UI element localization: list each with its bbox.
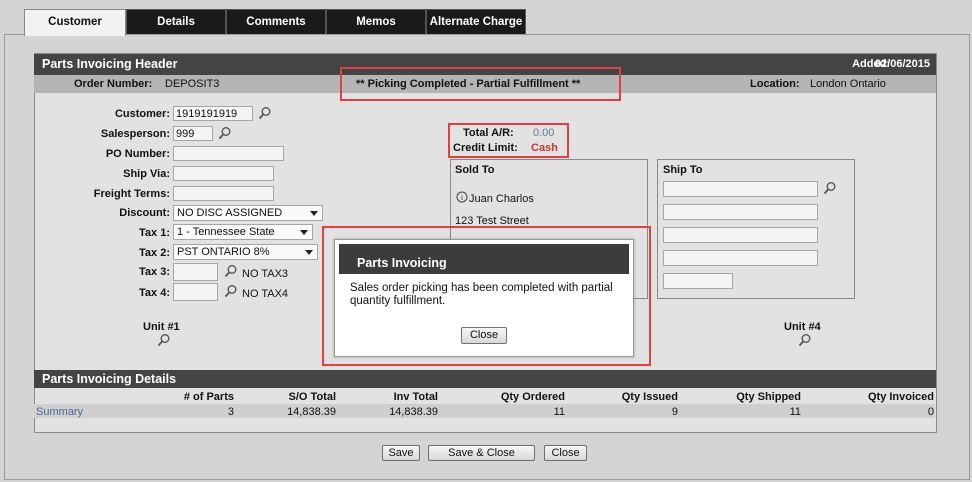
tab-memos[interactable]: Memos (326, 9, 426, 34)
col-inv-total: Inv Total (393, 391, 438, 403)
col-qty-ordered: Qty Ordered (500, 391, 565, 403)
tax4-field[interactable] (173, 283, 218, 301)
discount-value: NO DISC ASSIGNED (177, 207, 283, 219)
freight-terms-label: Freight Terms: (93, 188, 170, 200)
tax4-text: NO TAX4 (242, 288, 289, 300)
cell-so-total: 14,838.39 (287, 406, 336, 418)
discount-select[interactable]: NO DISC ASSIGNED (173, 205, 323, 221)
ship-to-title: Ship To (663, 164, 703, 176)
col-so-total: S/O Total (288, 391, 336, 403)
chevron-down-icon (300, 230, 308, 235)
ship-to-postal-field[interactable] (663, 273, 733, 289)
tax1-select[interactable]: 1 - Tennessee State (173, 224, 313, 240)
unit4-label: Unit #4 (784, 321, 821, 333)
added-date: 02/06/2015 (874, 58, 930, 70)
col-num-parts: # of Parts (183, 391, 234, 403)
dialog-highlight (322, 226, 651, 366)
header-title: Parts Invoicing Header (42, 57, 178, 71)
details-bar: Parts Invoicing Details (34, 370, 936, 388)
col-qty-shipped: Qty Shipped (736, 391, 801, 403)
salesperson-label: Salesperson: (100, 128, 170, 140)
cell-qty-shipped: 11 (789, 406, 801, 418)
status-highlight (340, 67, 621, 101)
unit1-label: Unit #1 (143, 321, 180, 333)
ship-to-address2-field[interactable] (663, 227, 818, 243)
customer-search-icon[interactable] (258, 106, 272, 120)
tax3-search-icon[interactable] (224, 264, 238, 278)
save-button[interactable]: Save (382, 445, 420, 461)
info-icon[interactable]: i (456, 191, 468, 203)
tab-customer[interactable]: Customer (24, 9, 126, 36)
tax1-label: Tax 1: (139, 227, 170, 239)
ship-to-search-icon[interactable] (823, 181, 837, 195)
close-button[interactable]: Close (544, 445, 587, 461)
tax2-label: Tax 2: (139, 247, 170, 259)
tax4-label: Tax 4: (139, 287, 170, 299)
unit1-search-icon[interactable] (157, 333, 171, 347)
ship-to-address1-field[interactable] (663, 204, 818, 220)
tax3-label: Tax 3: (139, 266, 170, 278)
cell-num-parts: 3 (227, 406, 234, 418)
salesperson-field[interactable]: 999 (173, 126, 213, 141)
ship-via-label: Ship Via: (123, 168, 170, 180)
chevron-down-icon (305, 250, 313, 255)
tax2-select[interactable]: PST ONTARIO 8% (173, 244, 318, 260)
discount-label: Discount: (119, 207, 170, 219)
location-value: London Ontario (810, 78, 886, 90)
salesperson-search-icon[interactable] (218, 126, 232, 140)
cell-qty-ordered: 11 (553, 406, 565, 418)
customer-label: Customer: (114, 108, 170, 120)
col-qty-invoiced: Qty Invoiced (867, 391, 934, 403)
customer-field[interactable]: 1919191919 (173, 106, 253, 121)
po-number-label: PO Number: (105, 148, 170, 160)
cell-qty-issued: 9 (671, 406, 678, 418)
details-title: Parts Invoicing Details (42, 372, 177, 386)
po-number-field[interactable] (173, 146, 284, 161)
tax4-search-icon[interactable] (224, 284, 238, 298)
ship-to-city-field[interactable] (663, 250, 818, 266)
ship-via-field[interactable] (173, 166, 274, 181)
order-number-value: DEPOSIT3 (165, 78, 220, 90)
freight-terms-field[interactable] (173, 186, 274, 201)
tax3-field[interactable] (173, 263, 218, 281)
location-label: Location: (750, 78, 800, 90)
svg-text:i: i (461, 193, 464, 202)
sold-to-name: Juan Charlos (469, 193, 534, 205)
sold-to-title: Sold To (455, 164, 495, 176)
cell-qty-invoiced: 0 (927, 406, 934, 418)
order-number-label: Order Number: (74, 78, 153, 90)
summary-link[interactable]: Summary (36, 406, 83, 418)
col-qty-issued: Qty Issued (621, 391, 678, 403)
unit4-search-icon[interactable] (798, 333, 812, 347)
tax1-value: 1 - Tennessee State (177, 226, 275, 238)
tab-details[interactable]: Details (126, 9, 226, 34)
cell-inv-total: 14,838.39 (389, 406, 438, 418)
chevron-down-icon (310, 211, 318, 216)
ship-to-name-field[interactable] (663, 181, 818, 197)
tab-alternate-charge[interactable]: Alternate Charge (426, 9, 526, 34)
save-close-button[interactable]: Save & Close (428, 445, 535, 461)
ar-highlight (448, 123, 569, 158)
tax3-text: NO TAX3 (242, 268, 289, 280)
tax2-value: PST ONTARIO 8% (177, 246, 270, 258)
tab-comments[interactable]: Comments (226, 9, 326, 34)
